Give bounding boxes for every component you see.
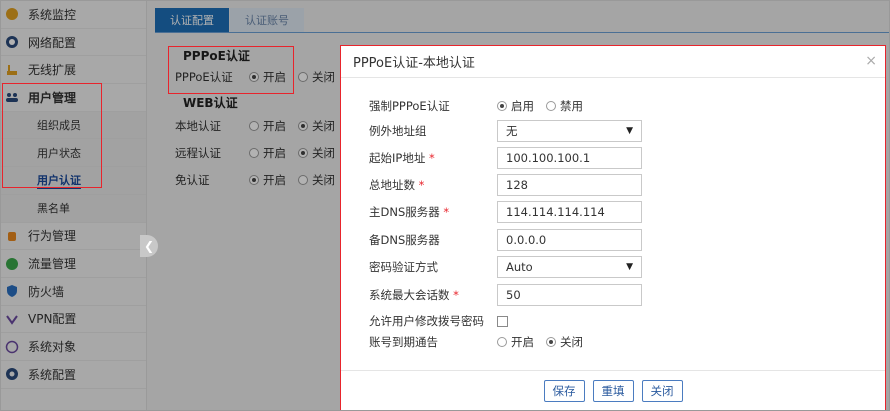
dropdown-arrow-icon: ▼ <box>626 262 633 272</box>
expire-notice-row: 账号到期通告 开启 关闭 <box>369 334 595 350</box>
required-mark: * <box>418 178 425 192</box>
max-sessions-row: 系统最大会话数 * 50 <box>369 284 642 306</box>
option-label: 禁用 <box>560 99 583 113</box>
field-label: 备DNS服务器 <box>369 233 440 247</box>
dialog-title: PPPoE认证-本地认证 <box>353 56 475 71</box>
auth-method-row: 密码验证方式 Auto ▼ <box>369 256 642 278</box>
app-window: 系统监控 网络配置 无线扩展 用户管理 组织成员 用户状态 用户认证 黑名单 行… <box>0 0 890 411</box>
exception-group-row: 例外地址组 无 ▼ <box>369 120 642 142</box>
start-ip-row: 起始IP地址 * 100.100.100.1 <box>369 147 642 169</box>
save-button[interactable]: 保存 <box>543 379 585 402</box>
field-label-text: 系统最大会话数 <box>369 288 450 302</box>
reset-button[interactable]: 重填 <box>592 379 634 402</box>
required-mark: * <box>443 205 450 219</box>
expire-off-option[interactable]: 关闭 <box>546 334 583 350</box>
total-addresses-input[interactable]: 128 <box>497 174 642 196</box>
allow-change-password-row: 允许用户修改拨号密码 <box>369 313 508 329</box>
field-label-text: 主DNS服务器 <box>369 205 440 219</box>
auth-method-select[interactable]: Auto ▼ <box>497 256 642 278</box>
field-label: 允许用户修改拨号密码 <box>369 314 484 328</box>
start-ip-input[interactable]: 100.100.100.1 <box>497 147 642 169</box>
field-label: 强制PPPoE认证 <box>369 99 450 113</box>
required-mark: * <box>428 151 435 165</box>
field-label-text: 起始IP地址 <box>369 151 426 165</box>
max-sessions-input[interactable]: 50 <box>497 284 642 306</box>
select-value: Auto <box>506 260 533 274</box>
primary-dns-input[interactable]: 114.114.114.114 <box>497 201 642 223</box>
field-label: 系统最大会话数 * <box>369 287 497 303</box>
option-label: 启用 <box>511 99 534 113</box>
field-label-text: 总地址数 <box>369 178 415 192</box>
option-label: 开启 <box>511 335 534 349</box>
radio-disable[interactable] <box>546 101 556 111</box>
force-disable-option[interactable]: 禁用 <box>546 98 583 114</box>
secondary-dns-input[interactable]: 0.0.0.0 <box>497 229 642 251</box>
radio-enable[interactable] <box>497 101 507 111</box>
allow-change-password-checkbox[interactable] <box>497 315 508 327</box>
field-label: 主DNS服务器 * <box>369 204 497 220</box>
secondary-dns-row: 备DNS服务器 0.0.0.0 <box>369 229 642 251</box>
chevron-left-icon: ❮ <box>143 239 155 253</box>
field-label: 密码验证方式 <box>369 260 438 274</box>
select-value: 无 <box>506 124 518 138</box>
pppoe-local-auth-dialog: PPPoE认证-本地认证 × 强制PPPoE认证 启用 禁用 例外地址组 无 ▼… <box>340 45 886 410</box>
option-label: 关闭 <box>560 335 583 349</box>
required-mark: * <box>453 288 459 302</box>
field-label: 起始IP地址 * <box>369 150 497 166</box>
dialog-footer: 保存 重填 关闭 <box>341 370 885 410</box>
dialog-header: PPPoE认证-本地认证 × <box>341 46 885 78</box>
radio-off[interactable] <box>546 337 556 347</box>
field-label: 账号到期通告 <box>369 335 438 349</box>
field-label: 例外地址组 <box>369 124 427 138</box>
primary-dns-row: 主DNS服务器 * 114.114.114.114 <box>369 201 642 223</box>
field-label: 总地址数 * <box>369 177 497 193</box>
expire-on-option[interactable]: 开启 <box>497 334 534 350</box>
radio-on[interactable] <box>497 337 507 347</box>
force-enable-option[interactable]: 启用 <box>497 98 534 114</box>
close-button[interactable]: 关闭 <box>641 379 683 402</box>
close-icon[interactable]: × <box>865 53 877 69</box>
exception-group-select[interactable]: 无 ▼ <box>497 120 642 142</box>
force-pppoe-row: 强制PPPoE认证 启用 禁用 <box>369 98 595 114</box>
total-addresses-row: 总地址数 * 128 <box>369 174 642 196</box>
dropdown-arrow-icon: ▼ <box>626 126 633 136</box>
